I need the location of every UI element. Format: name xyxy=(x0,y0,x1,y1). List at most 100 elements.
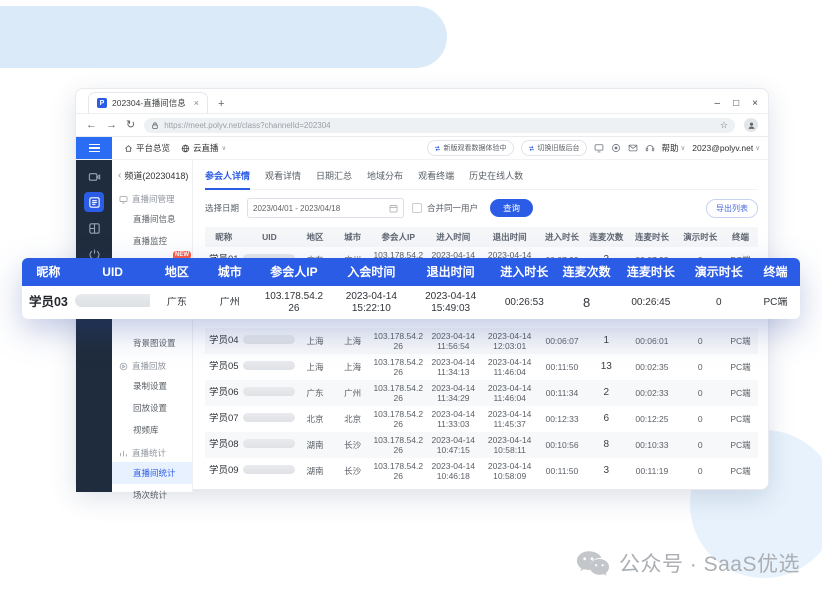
cell-region: 湖南 xyxy=(296,466,334,476)
maximize-button[interactable]: □ xyxy=(733,98,739,109)
export-list-button[interactable]: 导出列表 xyxy=(706,199,758,218)
back-button[interactable]: ← xyxy=(86,120,97,131)
sidebar-group-live-room-manage: 直播间管理 xyxy=(112,187,192,208)
cell-nickname: 学员09 xyxy=(205,465,243,476)
tab-viewer-terminal[interactable]: 观看终端 xyxy=(418,164,454,189)
hamburger-menu-button[interactable] xyxy=(76,137,112,159)
cell-mic_count: 13 xyxy=(586,361,626,373)
account-menu[interactable]: 2023@polyv.net ∨ xyxy=(692,143,760,153)
rail-camera-icon[interactable] xyxy=(84,166,104,186)
date-range-input[interactable]: 2023/04/01 - 2023/04/18 xyxy=(247,198,404,218)
table-row: 学员08湖南长沙103.178.54.2 262023-04-14 10:47:… xyxy=(205,432,758,458)
url-text: https://meet.polyv.net/class?channelId=2… xyxy=(164,121,330,130)
cell-ip: 103.178.54.2 26 xyxy=(256,291,332,315)
bookmark-star-icon[interactable]: ☆ xyxy=(720,120,728,131)
rail-layout-icon[interactable] xyxy=(84,218,104,238)
person-icon xyxy=(747,121,756,130)
mail-icon[interactable] xyxy=(628,143,638,153)
new-tab-button[interactable]: + xyxy=(218,98,224,113)
table-row: 学员07北京北京103.178.54.2 262023-04-14 11:33:… xyxy=(205,406,758,432)
column-header: 终端 xyxy=(723,232,758,242)
swap-icon xyxy=(434,145,441,152)
sidebar-room-info[interactable]: 直播间信息 xyxy=(112,208,192,230)
tab-history-online[interactable]: 历史在线人数 xyxy=(469,164,523,189)
service-headset-icon[interactable] xyxy=(645,143,655,153)
column-header: 城市 xyxy=(334,232,372,242)
nav-platform-overview[interactable]: 平台总览 xyxy=(124,142,170,154)
sidebar-menu: 直播间管理直播间信息直播监控页面装修NEW背景图设置直播回放录制设置回放设置视频… xyxy=(112,187,192,506)
callout-column-header: 连麦时长 xyxy=(615,265,687,279)
wechat-icon xyxy=(576,549,610,578)
new-data-experience-pill[interactable]: 新版观看数据体验中 xyxy=(427,140,514,156)
sidebar-video-library[interactable]: 视频库 xyxy=(112,419,192,441)
rail-list-icon-selected[interactable] xyxy=(84,192,104,212)
channel-header[interactable]: ‹ 频道(20230418) xyxy=(112,164,192,187)
table-row: 学员04上海上海103.178.54.2 262023-04-14 11:56:… xyxy=(205,328,758,354)
cell-exit: 2023-04-14 12:03:01 xyxy=(481,331,537,351)
sidebar-group-playback: 直播回放 xyxy=(112,354,192,375)
callout-header-row: 昵称UID地区城市参会人IP入会时间退出时间进入时长连麦次数连麦时长演示时长终端 xyxy=(22,258,800,286)
sidebar-room-stats[interactable]: 直播间统计 xyxy=(112,462,192,484)
cell-mic_count: 6 xyxy=(586,413,626,425)
app-header: 平台总览 云直播 ∨ 新版观看数据体验中 切换旧版后台 xyxy=(76,137,768,160)
uid-blur-pill xyxy=(243,465,297,476)
switch-old-console-pill[interactable]: 切换旧版后台 xyxy=(521,140,587,156)
reload-button[interactable]: ↻ xyxy=(126,120,135,131)
cell-mic_count: 1 xyxy=(586,335,626,347)
cell-terminal: PC端 xyxy=(723,362,758,372)
callout-column-header: 进入时长 xyxy=(490,265,558,279)
cell-region: 广东 xyxy=(296,388,334,398)
cell-mic_time: 00:06:01 xyxy=(626,336,677,346)
query-button[interactable]: 查询 xyxy=(490,199,533,217)
browser-tab[interactable]: P 202304-直播间信息 × xyxy=(88,92,208,113)
cell-region: 湖南 xyxy=(296,440,334,450)
cell-stay: 00:06:07 xyxy=(538,336,586,346)
forward-button[interactable]: → xyxy=(106,120,117,131)
detail-tab-bar: 参会人详情观看详情日期汇总地域分布观看终端历史在线人数 xyxy=(205,164,758,190)
sidebar-record-setting[interactable]: 录制设置 xyxy=(112,375,192,397)
cell-stay: 00:12:33 xyxy=(538,414,586,424)
cell-terminal: PC端 xyxy=(723,414,758,424)
cell-demo_time: 0 xyxy=(677,466,723,476)
tab-close-icon[interactable]: × xyxy=(194,98,199,108)
cell-mic_time: 00:10:33 xyxy=(626,440,677,450)
callout-column-header: 演示时长 xyxy=(687,265,751,279)
cell-city: 广州 xyxy=(203,297,256,309)
tab-viewer-detail[interactable]: 观看详情 xyxy=(265,164,301,189)
minimize-button[interactable]: – xyxy=(715,98,721,109)
blur-pill xyxy=(75,294,151,307)
cell-nickname: 学员08 xyxy=(205,439,243,450)
cell-enter: 2023-04-14 11:34:29 xyxy=(425,383,481,403)
sidebar-background-image-setting[interactable]: 背景图设置 xyxy=(112,332,192,354)
address-bar[interactable]: https://meet.polyv.net/class?channelId=2… xyxy=(144,118,735,133)
callout-data-row: 学员03广东广州103.178.54.2 262023-04-14 15:22:… xyxy=(22,286,800,319)
tab-date-summary[interactable]: 日期汇总 xyxy=(316,164,352,189)
cell-terminal: PC端 xyxy=(723,440,758,450)
polyv-favicon-icon: P xyxy=(97,98,107,108)
record-icon[interactable] xyxy=(611,143,621,153)
monitor-icon[interactable] xyxy=(594,143,604,153)
cell-city: 上海 xyxy=(334,336,372,346)
help-menu[interactable]: 帮助 ∨ xyxy=(662,142,686,154)
watermark-text: 公众号 · SaaS优选 xyxy=(619,548,800,578)
back-chevron-icon[interactable]: ‹ xyxy=(118,170,121,181)
watermark: 公众号 · SaaS优选 xyxy=(576,548,800,578)
sidebar-session-stats[interactable]: 场次统计 xyxy=(112,484,192,506)
sidebar-playback-setting[interactable]: 回放设置 xyxy=(112,397,192,419)
blur-pill xyxy=(243,413,295,422)
tab-region-distribution[interactable]: 地域分布 xyxy=(367,164,403,189)
uid-blur-pill xyxy=(243,413,297,424)
sidebar-live-monitor[interactable]: 直播监控 xyxy=(112,230,192,252)
browser-profile-avatar[interactable] xyxy=(744,118,758,132)
merge-user-checkbox[interactable] xyxy=(412,203,422,213)
tab-participants-detail[interactable]: 参会人详情 xyxy=(205,164,250,190)
cell-terminal: PC端 xyxy=(723,388,758,398)
cell-stay: 00:11:50 xyxy=(538,466,586,476)
nav-cloud-live[interactable]: 云直播 ∨ xyxy=(181,142,226,154)
browser-toolbar: ← → ↻ https://meet.polyv.net/class?chann… xyxy=(76,113,768,137)
cell-enter: 2023-04-14 15:22:10 xyxy=(332,291,411,315)
callout-column-header: 退出时间 xyxy=(411,265,490,279)
lock-icon xyxy=(151,121,159,130)
cell-region: 广东 xyxy=(150,297,203,309)
close-button[interactable]: × xyxy=(752,98,758,109)
